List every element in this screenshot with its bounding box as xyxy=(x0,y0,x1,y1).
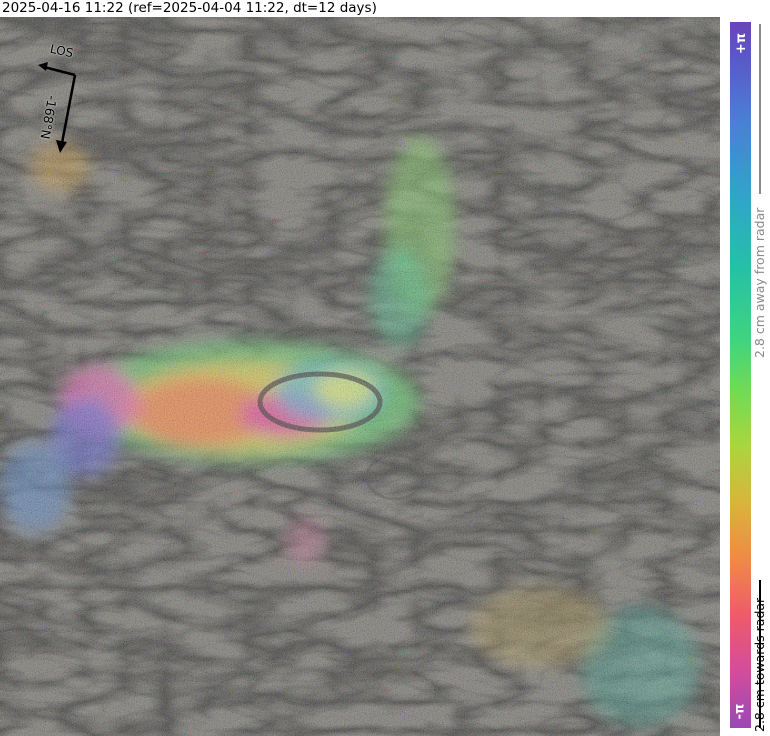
away-from-radar-text: 2.8 cm away from radar xyxy=(752,207,767,358)
heading-arrow-icon xyxy=(56,74,77,153)
los-arrow-icon xyxy=(38,62,76,77)
interferogram-map[interactable]: LOS -168°N xyxy=(0,17,720,736)
map-canvas xyxy=(0,17,720,736)
figure-title: 2025-04-16 11:22 (ref=2025-04-04 11:22, … xyxy=(2,0,377,16)
los-compass xyxy=(38,62,77,153)
phase-colorbar xyxy=(730,22,751,728)
away-arrow-line xyxy=(759,24,761,194)
phase-noise xyxy=(0,17,720,736)
towards-radar-text: 2.8 cm towards radar xyxy=(752,597,767,732)
colorbar-bottom-label: -π xyxy=(732,703,748,720)
colorbar-top-label: +π xyxy=(734,32,750,55)
